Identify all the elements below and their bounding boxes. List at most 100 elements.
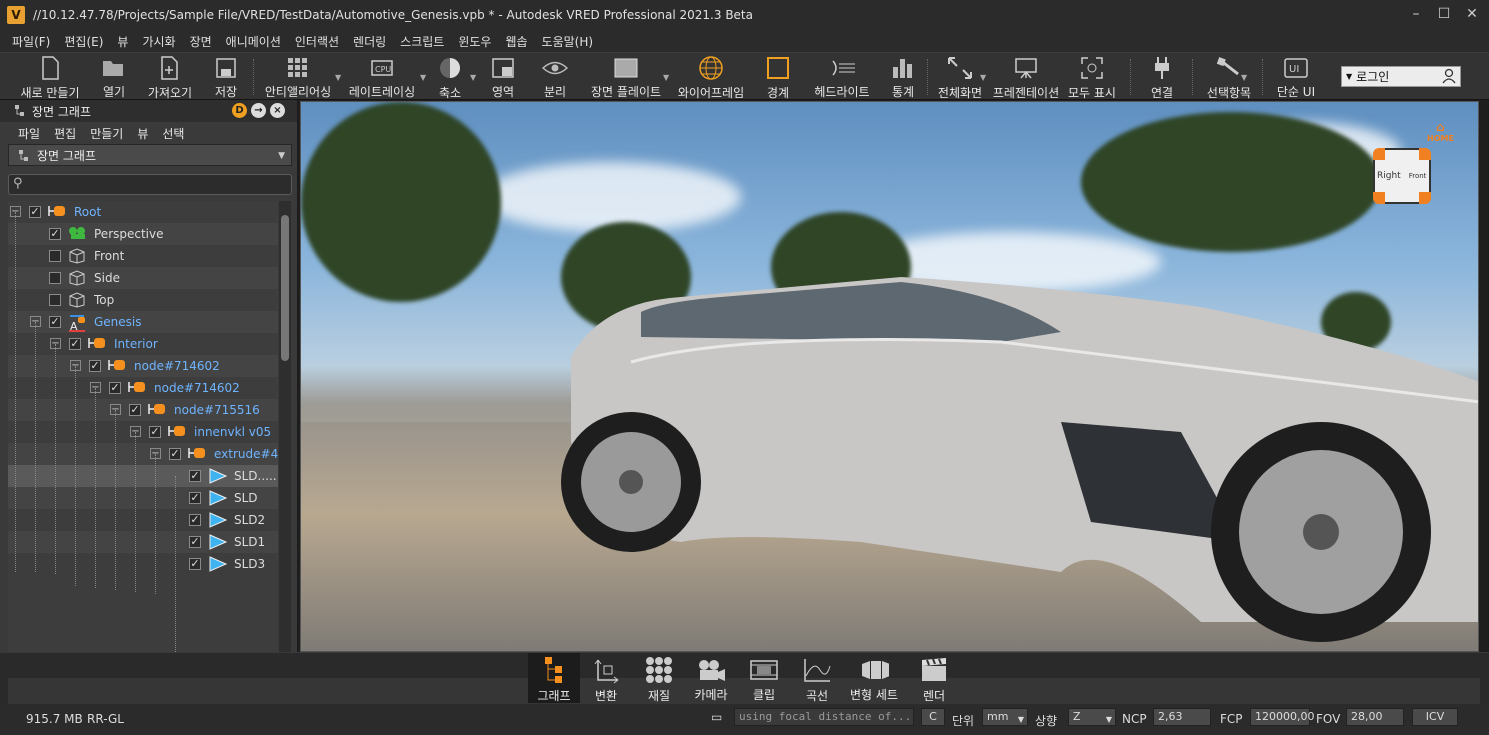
panel-menu-item[interactable]: 파일 (18, 125, 40, 142)
toolbar-button-isolate-eye[interactable]: 분리 (533, 53, 577, 100)
toolbar-button-simple-ui[interactable]: UI 단순 UI (1270, 53, 1322, 100)
visibility-checkbox[interactable] (49, 250, 61, 262)
menu-item[interactable]: 애니메이션 (226, 33, 281, 50)
dock-button-curves[interactable]: 곡선 (791, 653, 843, 703)
panel-menu-item[interactable]: 만들기 (90, 125, 123, 142)
cube-corner[interactable] (1373, 192, 1385, 204)
tree-row[interactable]: − ✓ innenvkl v05 (8, 421, 278, 443)
dropdown-arrow-icon[interactable]: ▼ (980, 73, 986, 82)
scrollbar-thumb[interactable] (281, 215, 289, 361)
dock-panel-button[interactable]: D (232, 103, 247, 118)
toolbar-button-selection[interactable]: 선택항목 (1200, 53, 1258, 100)
fov-input[interactable]: 28,00 (1346, 708, 1404, 726)
panel-menu-item[interactable]: 편집 (54, 125, 76, 142)
cube-corner[interactable] (1373, 148, 1385, 160)
tree-row[interactable]: ✓ Perspective (8, 223, 278, 245)
dock-button-camera[interactable]: 카메라 (685, 653, 737, 703)
tree-vertical-scrollbar[interactable] (279, 201, 291, 679)
up-axis-select[interactable]: Z ▼ (1068, 708, 1116, 726)
dock-button-clip[interactable]: 클립 (738, 653, 790, 703)
home-view-icon[interactable]: ⌂ HOME (1427, 120, 1454, 143)
visibility-checkbox[interactable]: ✓ (189, 470, 201, 482)
toolbar-button-cpu[interactable]: CPU 레이트레이싱 (342, 53, 422, 100)
toolbar-button-statistics[interactable]: 통계 (884, 53, 922, 100)
login-dropdown[interactable]: ▼ 로그인 (1341, 66, 1461, 87)
visibility-checkbox[interactable]: ✓ (29, 206, 41, 218)
float-panel-button[interactable]: → (251, 103, 266, 118)
toolbar-button-open-folder[interactable]: 열기 (91, 53, 137, 100)
dropdown-arrow-icon[interactable]: ▼ (335, 73, 341, 82)
tree-row[interactable]: ✓ SLD1 (8, 531, 278, 553)
tree-row[interactable]: − ✓ node#714602 (8, 355, 278, 377)
visibility-checkbox[interactable] (49, 272, 61, 284)
ncp-input[interactable]: 2,63 (1153, 708, 1211, 726)
visibility-checkbox[interactable]: ✓ (169, 448, 181, 460)
tree-row[interactable]: − ✓ Root (8, 201, 278, 223)
dock-button-render-clapper[interactable]: 렌더 (908, 653, 960, 703)
visibility-checkbox[interactable]: ✓ (109, 382, 121, 394)
toolbar-button-headlight[interactable]: 헤드라이트 (806, 53, 878, 100)
panel-menu-item[interactable]: 뷰 (137, 125, 148, 142)
dropdown-arrow-icon[interactable]: ▼ (470, 73, 476, 82)
tree-row[interactable]: ✓ SLD (8, 487, 278, 509)
toolbar-button-antialiasing[interactable]: 안티앨리어싱 (258, 53, 338, 100)
tree-row[interactable]: ✓ SLD2 (8, 509, 278, 531)
visibility-checkbox[interactable]: ✓ (49, 228, 61, 240)
toolbar-button-connect-plug[interactable]: 연결 (1144, 53, 1180, 100)
dropdown-arrow-icon[interactable]: ▼ (1241, 73, 1247, 82)
visibility-checkbox[interactable]: ✓ (149, 426, 161, 438)
view-combo[interactable]: 장면 그래프 ▼ (8, 144, 292, 166)
menu-item[interactable]: 장면 (190, 33, 212, 50)
visibility-checkbox[interactable]: ✓ (49, 316, 61, 328)
terminal-icon[interactable]: ▭ (711, 710, 722, 724)
panel-menu-item[interactable]: 선택 (162, 125, 184, 142)
tree-row[interactable]: ✓ SLD..... (8, 465, 278, 487)
render-viewport[interactable]: ⌂ HOME Right Front (300, 101, 1479, 652)
visibility-checkbox[interactable] (49, 294, 61, 306)
toolbar-button-scene-plate[interactable]: 장면 플레이트 (583, 53, 669, 100)
menu-item[interactable]: 뷰 (117, 33, 128, 50)
visibility-checkbox[interactable]: ✓ (189, 536, 201, 548)
visibility-checkbox[interactable]: ✓ (89, 360, 101, 372)
minimize-icon[interactable]: – (1409, 7, 1423, 21)
dock-button-materials[interactable]: 재질 (633, 653, 685, 703)
scenegraph-tree[interactable]: − ✓ Root ✓ Perspective Front Side Top − ✓ A Genesis… (8, 201, 278, 679)
dropdown-arrow-icon[interactable]: ▼ (663, 73, 669, 82)
console-output[interactable]: using focal distance of... (734, 708, 914, 726)
toolbar-button-new-file[interactable]: 새로 만들기 (7, 53, 93, 100)
menu-item[interactable]: 스크립트 (400, 33, 444, 50)
tree-row[interactable]: Front (8, 245, 278, 267)
menu-item[interactable]: 도움말(H) (542, 33, 594, 50)
close-panel-button[interactable]: × (270, 103, 285, 118)
visibility-checkbox[interactable]: ✓ (189, 558, 201, 570)
visibility-checkbox[interactable]: ✓ (129, 404, 141, 416)
cube-corner[interactable] (1419, 148, 1431, 160)
dropdown-arrow-icon[interactable]: ▼ (420, 73, 426, 82)
visibility-checkbox[interactable]: ✓ (189, 492, 201, 504)
fcp-input[interactable]: 120000,00 (1250, 708, 1315, 726)
tree-row[interactable]: Top (8, 289, 278, 311)
tree-row[interactable]: − ✓ Interior (8, 333, 278, 355)
maximize-icon[interactable]: ☐ (1437, 7, 1451, 21)
console-clear-button[interactable]: C (921, 708, 945, 726)
tree-row[interactable]: − ✓ node#715516 (8, 399, 278, 421)
toolbar-button-import[interactable]: 가져오기 (141, 53, 199, 100)
menu-item[interactable]: 가시화 (142, 33, 175, 50)
tree-row[interactable]: ✓ SLD3 (8, 553, 278, 575)
icv-button[interactable]: ICV (1412, 708, 1458, 726)
menu-item[interactable]: 윈도우 (458, 33, 491, 50)
toolbar-button-save[interactable]: 저장 (203, 53, 249, 100)
visibility-checkbox[interactable]: ✓ (69, 338, 81, 350)
dock-button-graph[interactable]: 그래프 (528, 653, 580, 703)
toolbar-button-wireframe-globe[interactable]: 와이어프레임 (672, 53, 750, 100)
menu-item[interactable]: 렌더링 (353, 33, 386, 50)
toolbar-button-show-all[interactable]: 모두 표시 (1064, 53, 1120, 100)
tree-row[interactable]: − ✓ A Genesis (8, 311, 278, 333)
menu-item[interactable]: 파일(F) (12, 33, 50, 50)
toolbar-button-presentation[interactable]: 프레젠테이션 (989, 53, 1063, 100)
toolbar-button-region[interactable]: 영역 (481, 53, 525, 100)
navigation-cube[interactable]: Right Front (1373, 148, 1431, 204)
dock-button-transform[interactable]: 변환 (580, 653, 632, 703)
tree-row[interactable]: −✓extrude#414 (8, 443, 278, 465)
tree-row[interactable]: − ✓ node#714602 (8, 377, 278, 399)
